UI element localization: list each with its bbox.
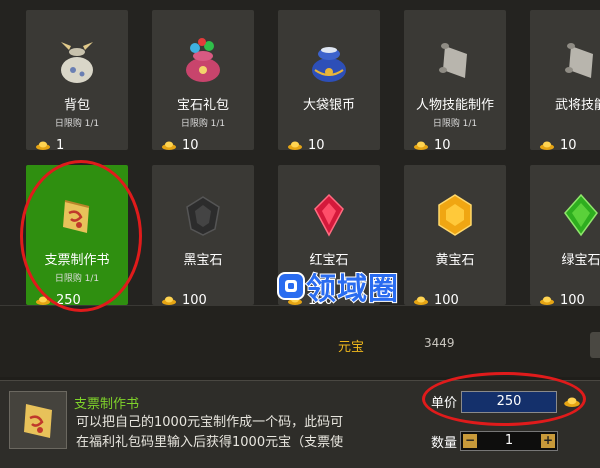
item-price-value: 100 (182, 293, 207, 305)
yellow-gem-icon (438, 194, 472, 236)
item-price-value: 100 (434, 293, 459, 305)
item-daily-limit: 日限购 1/1 (54, 274, 100, 284)
shop-item-general-skill[interactable]: 武将技能 10 (530, 10, 600, 153)
black-gem-icon (186, 196, 220, 236)
ingot-icon (414, 296, 428, 305)
ingot-icon (162, 141, 176, 150)
detail-item-thumbnail (9, 391, 67, 449)
shop-item-yellow-gem[interactable]: 黄宝石 100 (404, 165, 506, 305)
item-name: 背包 (63, 98, 90, 113)
gem-gift-pack-icon (186, 38, 220, 82)
item-name: 黑宝石 (183, 253, 223, 268)
item-price-value: 250 (56, 293, 81, 305)
quantity-label: 数量 (431, 436, 458, 451)
red-gem-icon (314, 193, 344, 237)
item-price: 10 (162, 138, 199, 153)
currency-bar: 元宝 3449 (0, 305, 600, 377)
quantity-input[interactable]: 1 (479, 432, 539, 450)
quantity-increase-button[interactable]: + (541, 434, 555, 448)
green-gem-icon (564, 193, 598, 237)
item-price-value: 10 (434, 138, 451, 153)
detail-item-description: 可以把自己的1000元宝制作成一个码，此码可 在福利礼包码里输入后获得1000元… (76, 413, 396, 453)
bag-icon (61, 42, 93, 83)
item-daily-limit: 日限购 1/1 (180, 119, 226, 129)
check-book-scroll-icon (24, 404, 52, 438)
item-name: 宝石礼包 (176, 98, 229, 113)
ingot-icon (414, 141, 428, 150)
detail-desc-line: 在福利礼包码里输入后获得1000元宝（支票使 (76, 435, 344, 450)
detail-desc-line: 可以把自己的1000元宝制作成一个码，此码可 (76, 415, 344, 430)
shop-item-gem-gift-pack[interactable]: 宝石礼包 日限购 1/1 10 (152, 10, 254, 153)
item-price: 100 (414, 293, 459, 305)
item-price-value: 10 (182, 138, 199, 153)
item-price: 100 (162, 293, 207, 305)
shop-item-character-skill-craft[interactable]: 人物技能制作 日限购 1/1 10 (404, 10, 506, 153)
silver-coin-bag-icon (312, 47, 346, 82)
item-price: 250 (36, 293, 81, 305)
item-daily-limit: 日限购 1/1 (54, 119, 100, 129)
item-price: 1 (36, 138, 64, 153)
item-price: 100 (540, 293, 585, 305)
item-price-value: 10 (308, 138, 325, 153)
item-price: 10 (288, 138, 325, 153)
item-name: 支票制作书 (44, 253, 110, 268)
skill-scroll-icon (439, 43, 467, 78)
item-price-value: 10 (560, 138, 577, 153)
item-price-value: 100 (560, 293, 585, 305)
unit-price-value: 250 (461, 391, 557, 413)
ingot-icon (288, 141, 302, 150)
detail-item-name: 支票制作书 (74, 397, 140, 412)
shop-item-silver-coin-bag[interactable]: 大袋银币 10 (278, 10, 380, 153)
item-name: 武将技能 (554, 98, 600, 113)
shop-grid: 背包 日限购 1/1 1 宝石礼包 日限购 1/1 10 大袋银币 10 人物技… (0, 0, 600, 305)
currency-balance: 3449 (424, 336, 455, 350)
watermark: 领域圈 (276, 264, 399, 308)
shop-item-black-gem[interactable]: 黑宝石 100 (152, 165, 254, 305)
item-name: 人物技能制作 (415, 98, 494, 113)
shop-item-check-book[interactable]: 支票制作书 日限购 1/1 250 (26, 165, 128, 305)
currency-label: 元宝 (338, 340, 365, 355)
item-name: 大袋银币 (302, 98, 355, 113)
ingot-icon (162, 296, 176, 305)
ingot-icon (540, 296, 554, 305)
check-book-scroll-icon (63, 200, 90, 233)
skill-scroll-icon (565, 43, 593, 78)
item-name: 绿宝石 (561, 253, 600, 268)
side-tab-handle[interactable] (590, 332, 600, 358)
ingot-icon (540, 141, 554, 150)
quantity-decrease-button[interactable]: − (463, 434, 477, 448)
item-price: 10 (414, 138, 451, 153)
quantity-stepper: − 1 + (460, 431, 558, 451)
watermark-text: 领域圈 (305, 271, 399, 308)
ingot-icon (36, 296, 50, 305)
unit-price-label: 单价 (431, 396, 458, 411)
item-price-value: 1 (56, 138, 65, 153)
shop-item-bag[interactable]: 背包 日限购 1/1 1 (26, 10, 128, 153)
watermark-logo-icon (277, 272, 305, 300)
shop-item-green-gem[interactable]: 绿宝石 100 (530, 165, 600, 305)
ingot-icon (564, 397, 580, 407)
ingot-icon (36, 141, 50, 150)
item-daily-limit: 日限购 1/1 (432, 119, 478, 129)
item-price: 10 (540, 138, 577, 153)
item-name: 黄宝石 (435, 253, 475, 268)
